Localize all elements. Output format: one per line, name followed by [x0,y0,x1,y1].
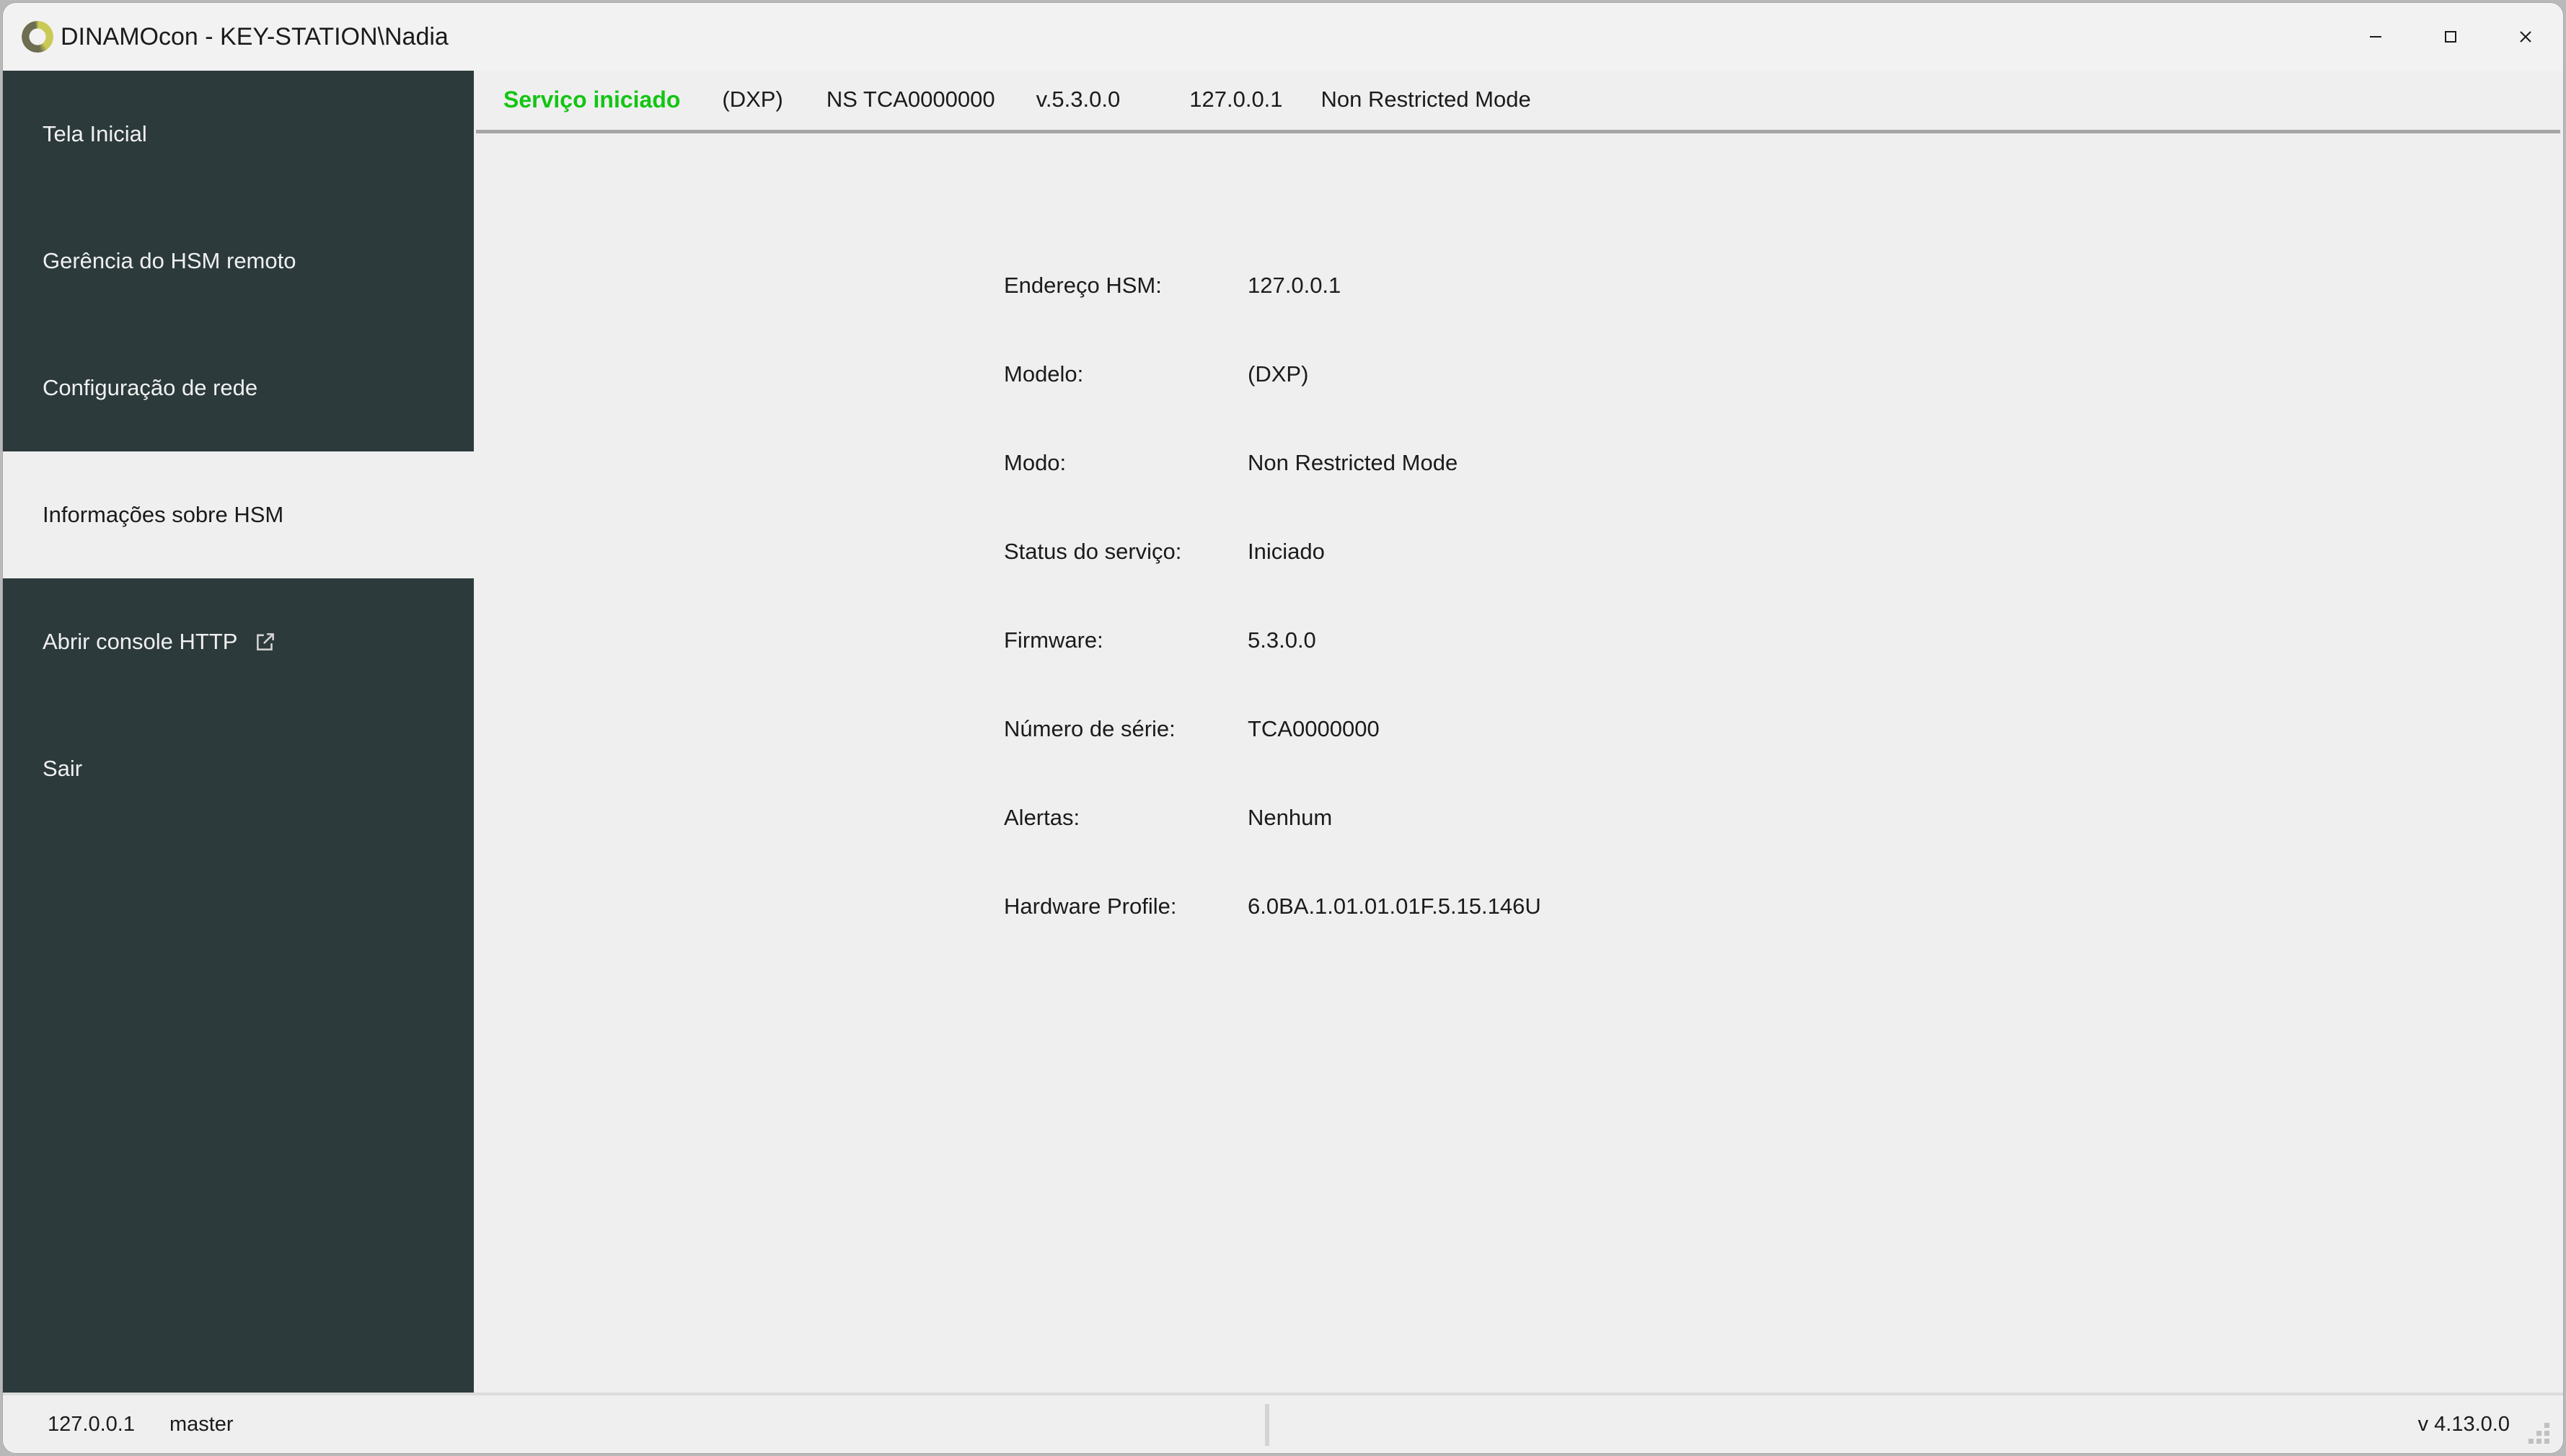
minimize-icon [2370,36,2381,37]
info-row-numero-de-serie: Número de série: TCA0000000 [1004,716,2302,805]
title-bar: DINAMOcon - KEY-STATION\Nadia [3,3,2563,71]
info-value: Iniciado [1248,539,1325,564]
info-label: Status do serviço: [1004,539,1182,564]
info-value: 127.0.0.1 [1248,273,1341,298]
maximize-button[interactable] [2413,3,2488,71]
sidebar: Tela Inicial Gerência do HSM remoto Conf… [3,71,474,1395]
info-value: 6.0BA.1.01.01.01F.5.15.146U [1248,894,1541,919]
app-root: DINAMOcon - KEY-STATION\Nadia Tela Inici… [0,0,2566,1456]
resize-grip-icon[interactable] [2528,1423,2550,1444]
main-content: Serviço iniciado (DXP) NS TCA0000000 v.5… [474,71,2563,1395]
sidebar-item-gerencia-hsm-remoto[interactable]: Gerência do HSM remoto [3,198,474,325]
info-row-firmware: Firmware: 5.3.0.0 [1004,627,2302,716]
dinamo-ring-logo-icon [22,21,53,53]
info-value: Nenhum [1248,805,1333,830]
info-row-alertas: Alertas: Nenhum [1004,805,2302,894]
info-row-modelo: Modelo: (DXP) [1004,361,2302,450]
info-value: TCA0000000 [1248,716,1380,741]
sidebar-item-configuracao-de-rede[interactable]: Configuração de rede [3,325,474,451]
status-address: 127.0.0.1 [1189,87,1283,112]
info-label: Número de série: [1004,716,1176,741]
sidebar-item-tela-inicial[interactable]: Tela Inicial [3,71,474,198]
hsm-info-table: Endereço HSM: 127.0.0.1 Modelo: (DXP) Mo… [1004,273,2302,982]
sidebar-item-label: Informações sobre HSM [43,502,284,527]
info-label: Alertas: [1004,805,1080,830]
info-label: Modelo: [1004,361,1084,387]
minimize-button[interactable] [2338,3,2413,71]
info-row-endereco-hsm: Endereço HSM: 127.0.0.1 [1004,273,2302,361]
status-bar-divider [1265,1404,1269,1446]
maximize-icon [2445,31,2456,43]
sidebar-item-informacoes-sobre-hsm[interactable]: Informações sobre HSM [3,451,474,578]
window-title: DINAMOcon - KEY-STATION\Nadia [61,22,449,50]
info-value: (DXP) [1248,361,1309,387]
info-row-modo: Modo: Non Restricted Mode [1004,450,2302,539]
header-divider [476,130,2560,133]
info-label: Firmware: [1004,627,1103,653]
title-bar-left: DINAMOcon - KEY-STATION\Nadia [3,21,449,53]
status-serial: NS TCA0000000 [826,87,995,112]
info-value: 5.3.0.0 [1248,627,1316,653]
status-bar-version: v 4.13.0.0 [2417,1412,2510,1436]
status-model: (DXP) [722,87,783,112]
sidebar-item-label: Abrir console HTTP [43,629,238,654]
sidebar-item-label: Sair [43,756,83,781]
status-version: v.5.3.0.0 [1036,87,1121,112]
sidebar-item-label: Gerência do HSM remoto [43,248,296,273]
info-label: Hardware Profile: [1004,894,1177,919]
window-controls [2338,3,2563,71]
close-icon [2520,31,2531,43]
service-state-text: Serviço iniciado [503,86,681,112]
close-button[interactable] [2488,3,2563,71]
status-bar-address: 127.0.0.1 [48,1412,135,1436]
application-window: DINAMOcon - KEY-STATION\Nadia Tela Inici… [3,3,2563,1453]
status-bar-left: 127.0.0.1 master [3,1413,234,1437]
info-value: Non Restricted Mode [1248,450,1458,475]
external-link-icon [253,630,278,654]
info-label: Modo: [1004,450,1067,475]
status-header: Serviço iniciado (DXP) NS TCA0000000 v.5… [474,71,1531,128]
status-bar-user: master [169,1412,234,1436]
sidebar-item-label: Tela Inicial [43,121,147,146]
info-row-hardware-profile: Hardware Profile: 6.0BA.1.01.01.01F.5.15… [1004,894,2302,982]
status-bar: 127.0.0.1 master v 4.13.0.0 [3,1393,2563,1453]
info-row-status-do-servico: Status do serviço: Iniciado [1004,539,2302,627]
sidebar-item-sair[interactable]: Sair [3,705,474,832]
status-mode: Non Restricted Mode [1321,87,1531,112]
sidebar-item-abrir-console-http[interactable]: Abrir console HTTP [3,578,474,705]
sidebar-item-label: Configuração de rede [43,375,258,400]
info-label: Endereço HSM: [1004,273,1162,298]
